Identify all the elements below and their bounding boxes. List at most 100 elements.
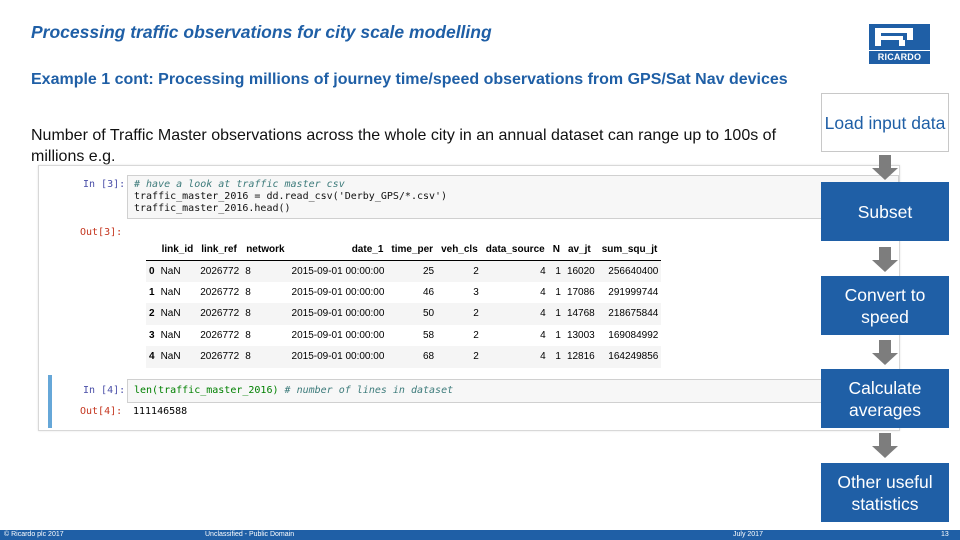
logo-text: RICARDO [869,51,930,64]
subtitle: Example 1 cont: Processing millions of j… [31,71,788,88]
column-header: veh_cls [437,239,482,261]
table-cell: 2026772 [197,303,243,325]
column-header: sum_squ_jt [597,239,662,261]
table-cell: 8 [242,260,289,282]
table-cell: 2026772 [197,260,243,282]
row-index: 4 [146,346,158,368]
in3-prompt: In [3]: [83,179,126,190]
ricardo-logo: RICARDO [869,24,930,64]
step-load-input-data: Load input data [821,93,949,152]
table-cell: 2015-09-01 00:00:00 [288,303,388,325]
step-calculate-averages: Calculate averages [821,369,949,428]
arrow-down-icon [872,155,898,181]
table-cell: 2015-09-01 00:00:00 [288,346,388,368]
code-cell-4[interactable]: len(traffic_master_2016) # number of lin… [127,379,899,403]
table-cell: 1 [555,329,561,341]
step-convert-to-speed: Convert to speed [821,276,949,335]
code-line: # have a look at traffic master csv [134,179,345,190]
table-cell: 4 [540,329,546,341]
out4-prompt: Out[4]: [80,406,123,417]
table-cell: 4 [481,260,549,282]
out4-value: 111146588 [133,406,188,417]
table-cell: 2 [437,260,482,282]
column-header: N [548,239,564,261]
out3-prompt: Out[3]: [80,227,123,238]
row-index: 2 [146,303,158,325]
table-cell: 2015-09-01 00:00:00 [288,260,388,282]
body-text: Number of Traffic Master observations ac… [31,127,777,165]
arrow-down-icon [872,340,898,366]
table-row: 2 NaN 2026772 8 2015-09-01 00:00:00 50 2 4 1 1476… [146,303,662,325]
table-header-row: link_id link_ref network date_1 time_per… [146,239,662,261]
footer-page-number: 13 [941,531,949,538]
table-cell: 58 [422,329,435,341]
code-cell-3[interactable]: # have a look at traffic master csv traf… [127,175,899,219]
table-cell: 2 [473,329,479,341]
table-cell: 291999744 [608,286,659,298]
column-header: data_source [481,239,549,261]
table-cell: 2026772 [200,286,240,298]
row-index: 0 [146,260,158,282]
code-line: len(traffic_master_2016) # number of lin… [134,385,892,397]
table-cell: 46 [422,286,435,298]
logo-mark [869,24,930,50]
table-cell: 14768 [563,303,598,325]
table-cell: 13003 [566,329,595,341]
table-cell: 2 [437,303,482,325]
table-row: 0 NaN 2026772 8 2015-09-01 00:00:00 25 2 4 1 1602… [146,260,662,282]
table-cell: 2026772 [200,329,240,341]
table-cell: 1 [548,260,564,282]
code-line: traffic_master_2016.head() [134,203,291,214]
table-cell: 2015-09-01 00:00:00 [291,329,385,341]
column-header: network [242,239,289,261]
arrow-down-icon [872,247,898,273]
table-cell: 169084992 [608,329,659,341]
arrow-down-icon [872,433,898,459]
row-index: 3 [149,329,155,341]
table-cell: 4 [540,286,546,298]
table-cell: 4 [481,346,549,368]
slide-title: Processing traffic observations for city… [31,22,492,42]
step-subset: Subset [821,182,949,241]
in4-prompt: In [4]: [83,385,126,396]
table-cell: 1 [548,303,564,325]
footer-copyright: © Ricardo plc 2017 [4,531,64,538]
table-cell: NaN [157,346,198,368]
footer-date: July 2017 [733,531,763,538]
code-line: traffic_master_2016 = dd.read_csv('Derby… [134,191,448,202]
table-cell: 218675844 [597,303,662,325]
table-cell: 1 [548,346,564,368]
code-expression: len(traffic_master_2016) [134,385,279,396]
table-cell: 256640400 [597,260,662,282]
table-cell: 1 [555,286,561,298]
table-cell: 4 [481,303,549,325]
jupyter-notebook-screenshot: In [3]: # have a look at traffic master … [38,165,900,431]
column-header: link_id [157,239,198,261]
table-cell: 8 [245,329,251,341]
table-cell: 2015-09-01 00:00:00 [291,286,385,298]
table-cell: 164249856 [597,346,662,368]
table-row: 3 NaN 2026772 8 2015-09-01 00:00:00 58 2 4 1 1300… [146,325,661,347]
column-header: link_ref [197,239,243,261]
table-cell: 12816 [563,346,598,368]
row-index: 1 [149,286,155,298]
footer-bar: © Ricardo plc 2017 Unclassified - Public… [0,530,960,540]
active-cell-indicator [48,375,52,428]
table-cell: 8 [245,286,251,298]
table-cell: 16020 [563,260,598,282]
table-cell: 25 [387,260,438,282]
table-cell: 17086 [566,286,595,298]
table-cell: 2026772 [197,346,243,368]
table-cell: NaN [157,303,198,325]
column-header [146,239,158,261]
column-header: time_per [387,239,438,261]
column-header: date_1 [288,239,388,261]
table-cell: 8 [242,303,289,325]
column-header: av_jt [563,239,598,261]
table-cell: NaN [160,286,181,298]
table-cell: NaN [160,329,181,341]
footer-classification: Unclassified - Public Domain [205,531,295,538]
table-cell: 8 [242,346,289,368]
dataframe-table: link_id link_ref network date_1 time_per… [146,239,662,368]
table-cell: NaN [157,260,198,282]
